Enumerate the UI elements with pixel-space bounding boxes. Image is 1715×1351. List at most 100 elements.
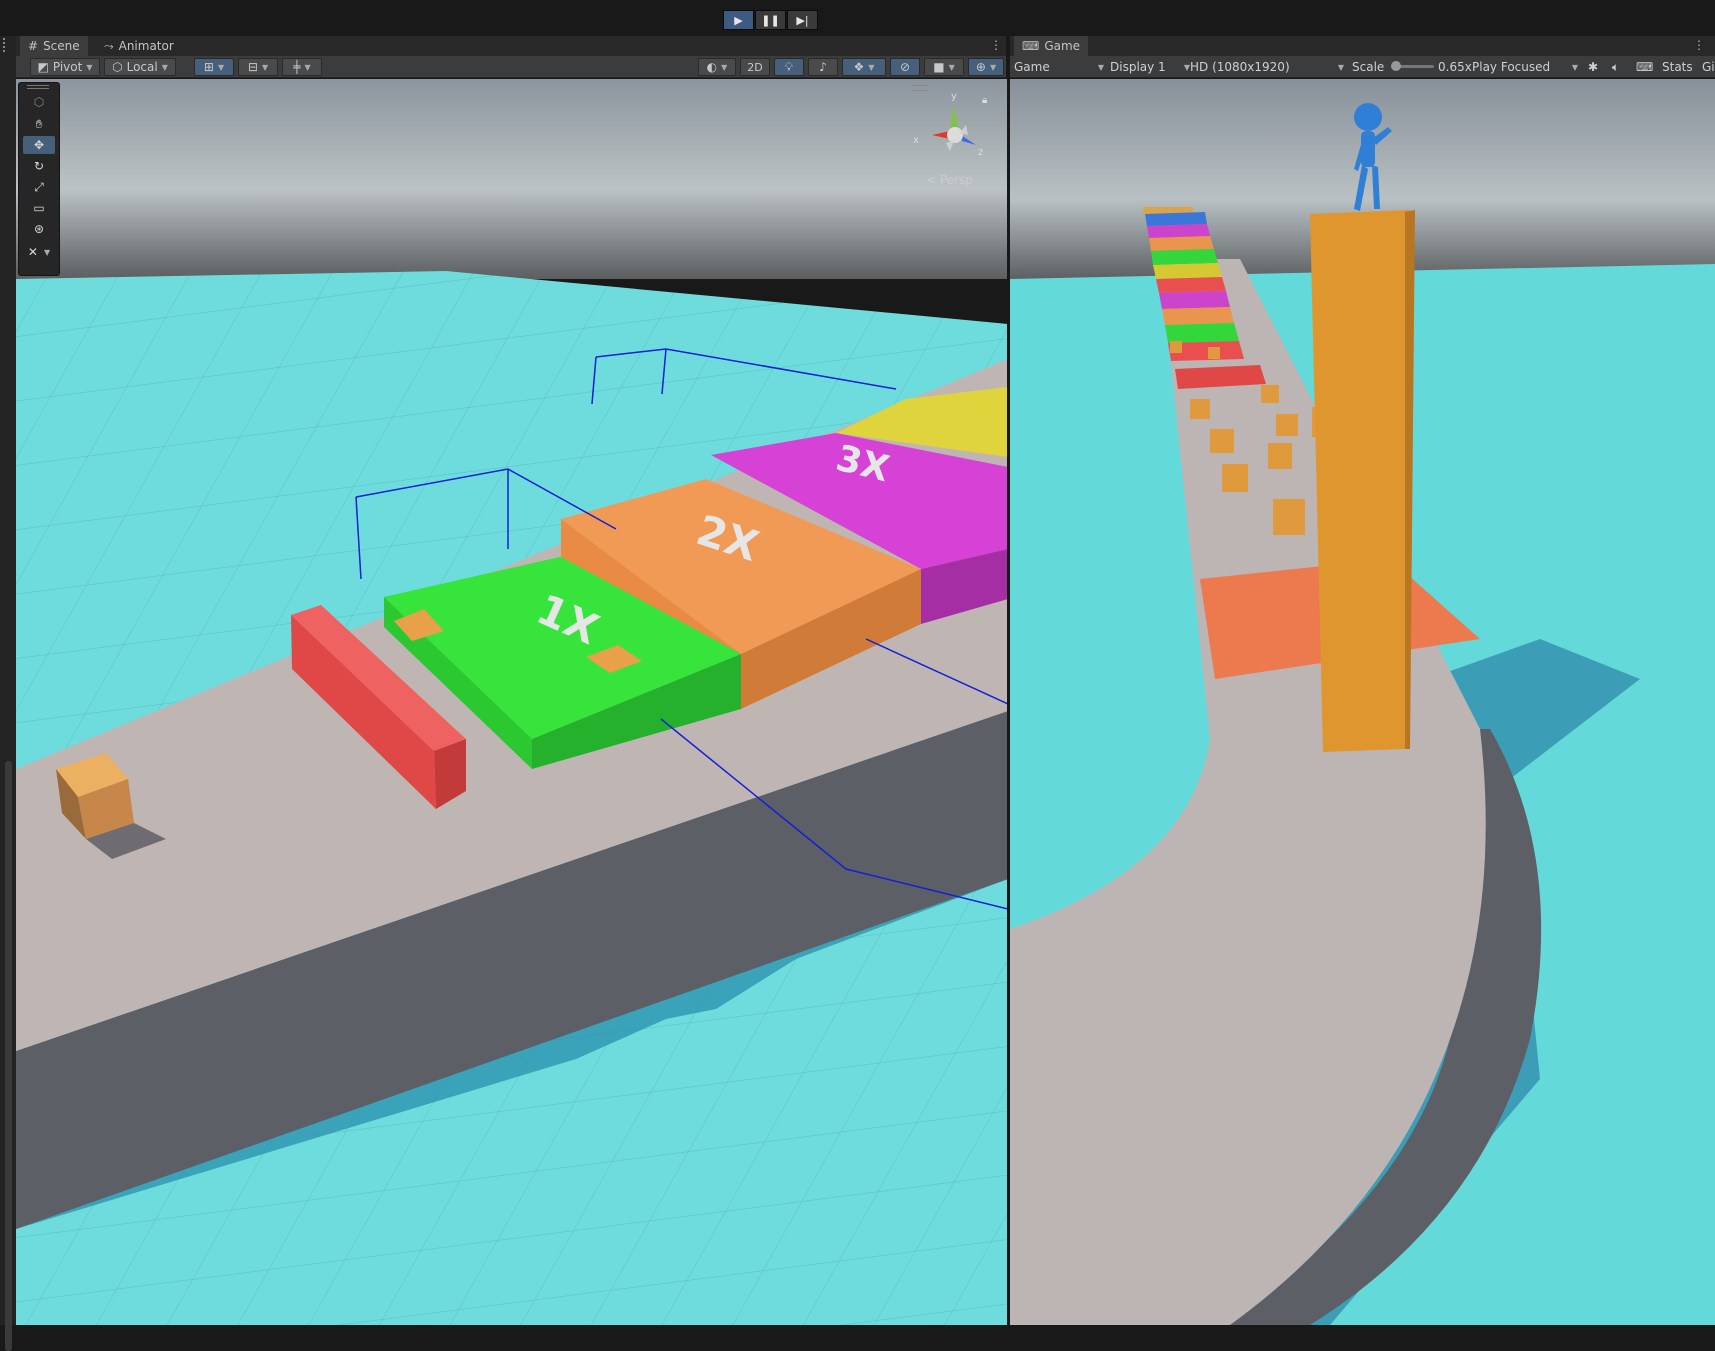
hand-icon: ✋︎ (35, 116, 43, 131)
projection-toggle[interactable]: < Persp (926, 173, 973, 187)
toggle-2d-label: 2D (747, 60, 763, 74)
bug-icon[interactable]: ✱ (1588, 59, 1598, 75)
chevron-down-icon: ▼ (868, 62, 875, 72)
game-view-dropdown[interactable]: Game ▼ (1014, 59, 1108, 75)
dock-handle[interactable] (3, 38, 6, 52)
step-icon: ▶| (796, 13, 809, 27)
chevron-down-icon: ▼ (304, 62, 311, 72)
palette-drag-handle[interactable] (27, 85, 49, 89)
tab-scene[interactable]: # Scene (20, 36, 88, 56)
play-mode-dropdown[interactable]: Play Focused ▼ (1472, 59, 1580, 75)
pause-icon: ❚❚ (761, 13, 780, 27)
audio-toggle[interactable]: ♪ (808, 58, 838, 76)
scale-label: Scale (1352, 60, 1385, 74)
tab-animator[interactable]: ⤳ Animator (96, 36, 182, 56)
play-icon: ▶ (734, 13, 743, 27)
game-view-label: Game (1014, 60, 1050, 74)
chevron-down-icon: ▼ (86, 62, 93, 72)
chevron-down-icon: ▼ (43, 247, 51, 257)
camera-icon: ■ (933, 60, 945, 74)
lightbulb-icon: 💡︎ (784, 59, 794, 74)
snap-increment-icon: ⊟ (247, 60, 258, 74)
view-cube-icon: ⬡ (33, 95, 45, 109)
game-viewport (1010, 79, 1715, 1325)
chevron-down-icon: ▼ (161, 62, 168, 72)
scale-slider[interactable] (1391, 61, 1434, 71)
chevron-down-icon: ▼ (261, 62, 269, 72)
local-dropdown[interactable]: ⬡ Local ▼ (104, 58, 176, 76)
gizmo-y-label: y (951, 91, 957, 102)
gizmos-dropdown[interactable]: ⊕ ▼ (968, 58, 1004, 76)
pivot-label: Pivot (52, 60, 83, 74)
orientation-gizmo[interactable]: 🔒︎ y x z < Persp (910, 85, 1000, 195)
left-dock-strip (0, 36, 16, 1351)
mute-audio-icon[interactable]: 🔈︎ (1612, 59, 1619, 75)
transform-tool[interactable]: ⊛ (23, 220, 55, 238)
chevron-down-icon: ▼ (1337, 62, 1344, 72)
grid-snap-icon: ⊞ (203, 60, 214, 74)
shading-sphere-icon: ◐ (706, 60, 718, 74)
chevron-down-icon: ▼ (721, 62, 728, 72)
custom-tool-icon: ✕ (27, 245, 38, 259)
scene-toolbar: ◩ Pivot ▼ ⬡ Local ▼ ⊞ ▼ ⊟ ▼ ╪ ▼ ◐ ▼ 2D 💡︎ ♪ … (16, 56, 1006, 78)
gizmos-button[interactable]: Gi (1702, 59, 1715, 75)
gizmo-z-label: z (978, 147, 984, 158)
scale-icon: ⤢ (34, 179, 44, 194)
chevron-down-icon: ▼ (948, 62, 955, 72)
tab-animator-label: Animator (118, 39, 174, 53)
align-button[interactable]: ╪ ▼ (282, 58, 322, 76)
hand-tool[interactable]: ✋︎ (23, 115, 55, 133)
move-arrows-icon: ✥ (33, 138, 45, 152)
eye-slash-icon: ⊘ (899, 60, 911, 74)
display-dropdown[interactable]: Display 1 ▼ (1110, 59, 1192, 75)
game-tab-bar: ⌨︎ Game ⋮ (1010, 36, 1715, 56)
animator-icon: ⤳ (104, 38, 114, 53)
toggle-2d-button[interactable]: 2D (740, 58, 770, 76)
chevron-down-icon: ▼ (989, 62, 997, 72)
step-button[interactable]: ▶| (787, 10, 818, 30)
pause-button[interactable]: ❚❚ (755, 10, 786, 30)
scene-viewport[interactable]: 1X 2X 3X (16, 79, 1008, 1325)
pivot-dropdown[interactable]: ◩ Pivot ▼ (30, 58, 100, 76)
keyboard-icon[interactable]: ⌨︎ (1636, 59, 1653, 75)
lighting-toggle[interactable]: 💡︎ (774, 58, 804, 76)
scene-grid-icon: # (28, 39, 39, 53)
vertical-scrollbar[interactable] (5, 761, 12, 1351)
rotate-tool[interactable]: ↻ (23, 157, 55, 175)
rect-icon: ▭ (33, 201, 45, 215)
move-tool[interactable]: ✥ (23, 136, 55, 154)
game-tower (1310, 210, 1415, 752)
scale-tool[interactable]: ⤢ (23, 178, 55, 196)
resolution-dropdown[interactable]: HD (1080x1920) ▼ (1190, 59, 1346, 75)
pivot-icon: ◩ (37, 60, 49, 74)
chevron-down-icon: ▼ (1097, 62, 1104, 72)
scene-menu-icon[interactable]: ⋮ (990, 38, 1002, 52)
sky (16, 79, 1008, 279)
custom-tool-dropdown[interactable]: ✕ ▼ (23, 243, 55, 261)
rect-tool[interactable]: ▭ (23, 199, 55, 217)
rotate-icon: ↻ (33, 159, 45, 173)
tab-scene-label: Scene (43, 39, 80, 53)
tab-game[interactable]: ⌨︎ Game (1014, 36, 1089, 56)
effects-icon: ❖ (853, 60, 865, 74)
gamepad-icon: ⌨︎ (1022, 39, 1040, 53)
gizmo-globe-icon: ⊕ (975, 60, 986, 74)
play-mode-label: Play Focused (1472, 60, 1551, 74)
tab-game-label: Game (1044, 39, 1081, 53)
grid-snap-button[interactable]: ⊞ ▼ (194, 58, 234, 76)
transform-icon: ⊛ (33, 222, 45, 236)
game-menu-icon[interactable]: ⋮ (1693, 38, 1705, 52)
scale-slider-thumb[interactable] (1391, 61, 1401, 71)
stats-button[interactable]: Stats (1662, 59, 1693, 75)
gizmo-x-label: x (913, 135, 919, 146)
play-button[interactable]: ▶ (723, 10, 754, 30)
camera-dropdown[interactable]: ■ ▼ (924, 58, 964, 76)
scene-visibility-toggle[interactable]: ⊘ (890, 58, 920, 76)
draw-mode-dropdown[interactable]: ◐ ▼ (698, 58, 736, 76)
play-bar: ▶ ❚❚ ▶| (0, 0, 1715, 36)
effects-dropdown[interactable]: ❖ ▼ (842, 58, 886, 76)
display-label: Display 1 (1110, 60, 1166, 74)
snap-increment-button[interactable]: ⊟ ▼ (238, 58, 278, 76)
resolution-label: HD (1080x1920) (1190, 60, 1290, 74)
audio-icon: ♪ (819, 60, 827, 74)
